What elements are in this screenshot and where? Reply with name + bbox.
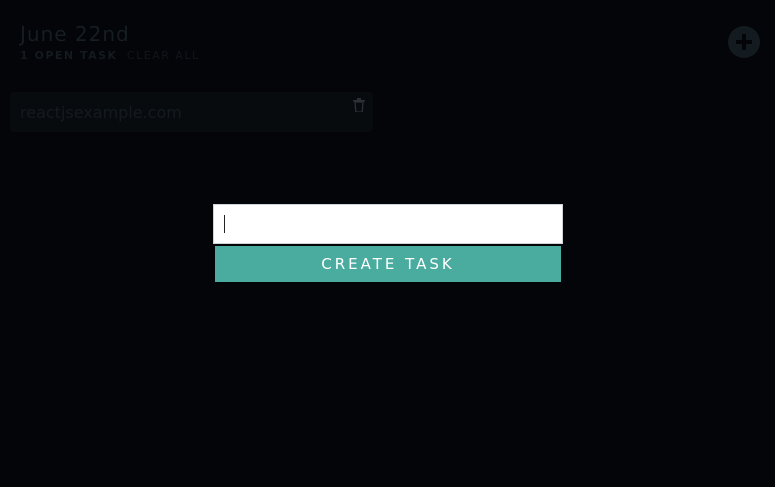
trash-icon[interactable] bbox=[353, 98, 365, 112]
task-text: reactjsexample.com bbox=[20, 103, 182, 122]
new-task-modal: CREATE TASK bbox=[213, 204, 563, 282]
clear-all-button[interactable]: CLEAR ALL bbox=[127, 49, 200, 62]
open-task-count: 1 OPEN TASK bbox=[20, 49, 118, 62]
app-page: June 22nd 1 OPEN TASK CLEAR ALL reactjse… bbox=[0, 0, 775, 487]
task-summary: 1 OPEN TASK CLEAR ALL bbox=[20, 49, 200, 62]
page-title-date: June 22nd bbox=[20, 22, 130, 46]
create-task-button[interactable]: CREATE TASK bbox=[215, 246, 561, 282]
add-task-button[interactable] bbox=[728, 26, 760, 58]
text-caret bbox=[224, 215, 225, 233]
task-input[interactable] bbox=[213, 204, 563, 244]
task-item[interactable]: reactjsexample.com bbox=[10, 92, 373, 132]
plus-icon bbox=[736, 34, 752, 50]
